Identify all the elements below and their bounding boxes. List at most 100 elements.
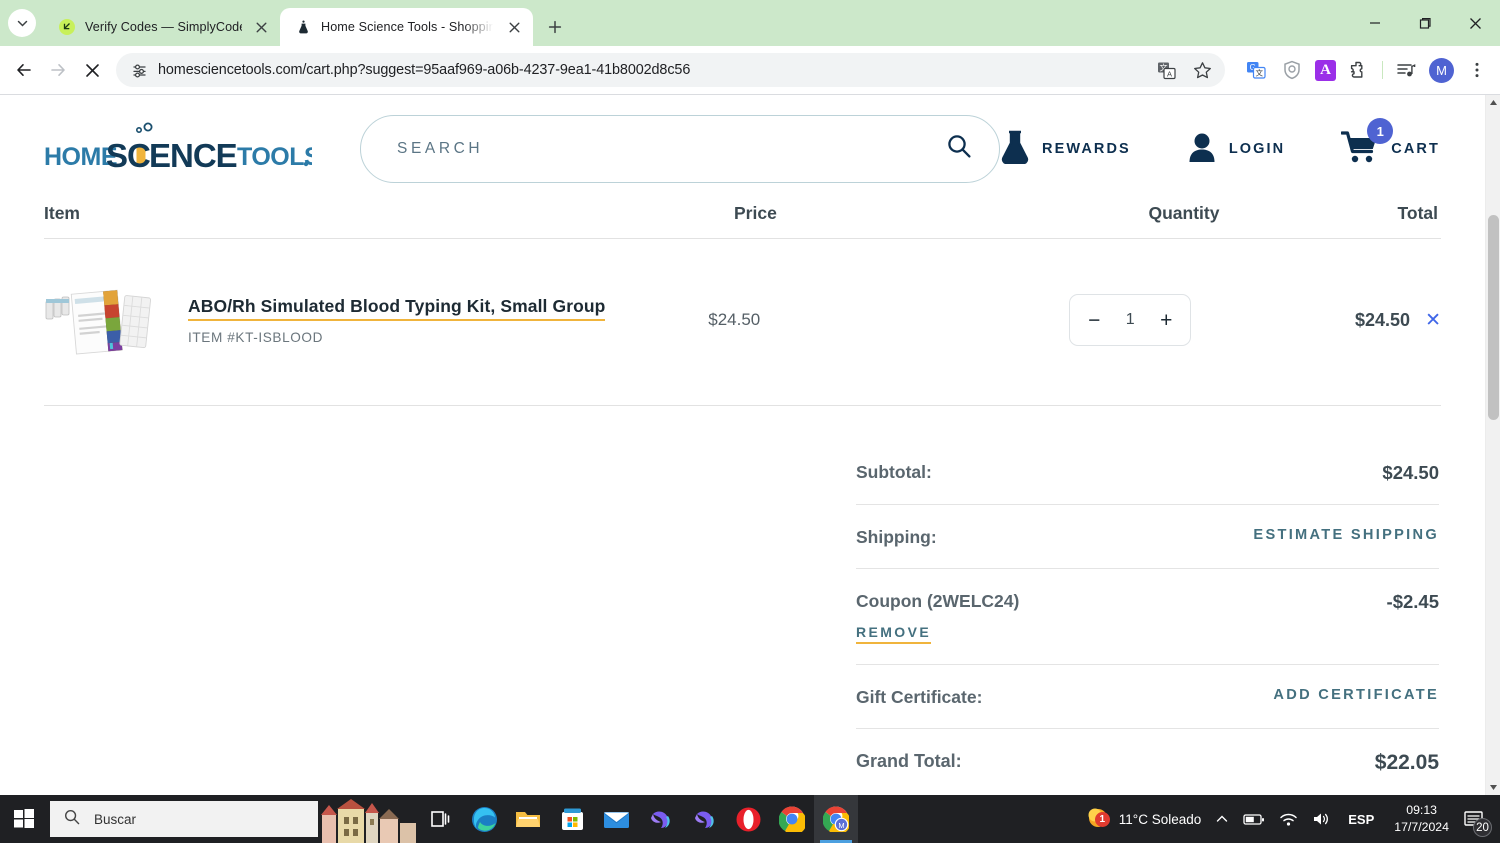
cart-label: CART <box>1391 141 1440 157</box>
grammarly-ext-icon[interactable]: A <box>1315 59 1336 81</box>
cart-summary: Subtotal: $24.50 Shipping: ESTIMATE SHIP… <box>856 440 1441 795</box>
search-icon[interactable] <box>946 133 973 165</box>
svg-text:ENCE: ENCE <box>149 137 237 174</box>
subtotal-value: $24.50 <box>1382 462 1439 483</box>
taskbar-task-view-button[interactable] <box>418 795 462 843</box>
minimize-button[interactable] <box>1350 0 1400 46</box>
notification-center-button[interactable]: 20 <box>1459 795 1494 843</box>
translate-icon[interactable]: 文 A <box>1153 57 1179 83</box>
wifi-icon[interactable] <box>1272 795 1305 843</box>
svg-text:M: M <box>838 821 844 830</box>
stop-loading-button[interactable] <box>76 54 108 86</box>
clock-time: 09:13 <box>1406 803 1438 818</box>
close-icon[interactable] <box>504 17 524 37</box>
user-icon <box>1187 131 1217 168</box>
language-indicator[interactable]: ESP <box>1338 812 1384 827</box>
shield-ext-icon[interactable] <box>1279 57 1305 83</box>
google-translate-ext[interactable]: G 文 <box>1243 57 1269 83</box>
chrome-profile-m-icon[interactable]: M <box>814 795 858 843</box>
back-button[interactable] <box>8 54 40 86</box>
toolbar-divider <box>1382 61 1383 79</box>
windows-taskbar: Buscar M 1 11°C Soleado ESP 09:13 17/7/2… <box>0 795 1500 843</box>
chrome-icon[interactable] <box>770 795 814 843</box>
opera-icon[interactable] <box>726 795 770 843</box>
estimate-shipping-link[interactable]: ESTIMATE SHIPPING <box>1253 527 1439 543</box>
site-settings-icon[interactable] <box>128 59 150 81</box>
cart-link[interactable]: 1 CART <box>1340 118 1440 168</box>
show-hidden-icons-chevron[interactable] <box>1208 795 1236 843</box>
quantity-stepper[interactable]: − 1 + <box>1069 294 1192 346</box>
file-explorer-icon[interactable] <box>506 795 550 843</box>
edge-icon[interactable] <box>462 795 506 843</box>
microsoft-store-icon[interactable] <box>550 795 594 843</box>
copilot-2-icon[interactable] <box>682 795 726 843</box>
extensions-puzzle-icon[interactable] <box>1346 57 1372 83</box>
close-button[interactable] <box>1450 0 1500 46</box>
quantity-value[interactable]: 1 <box>1126 311 1135 329</box>
quantity-decrement-button[interactable]: − <box>1084 310 1104 331</box>
tab-search-chevron-icon[interactable] <box>8 9 36 37</box>
page-viewport: HOME SC ENCE TOOLS SEARCH REWARDS LOGIN … <box>0 95 1500 795</box>
coupon-label: Coupon (2WELC24) <box>856 591 1020 611</box>
search-input[interactable]: SEARCH <box>397 140 946 158</box>
product-price: $24.50 <box>708 310 761 329</box>
search-icon <box>64 809 80 830</box>
tab-home-science-tools[interactable]: Home Science Tools - Shopping <box>280 8 533 46</box>
cart-table-header: Item Price Quantity Total <box>44 203 1441 239</box>
grand-total-value: $22.05 <box>1374 751 1439 774</box>
simplycodes-icon <box>58 18 76 36</box>
column-header-item: Item <box>44 203 80 223</box>
summary-row-gift-certificate: Gift Certificate: ADD CERTIFICATE <box>856 665 1439 729</box>
weather-widget[interactable]: 1 11°C Soleado <box>1079 795 1208 843</box>
clock[interactable]: 09:13 17/7/2024 <box>1384 802 1459 835</box>
new-tab-button[interactable] <box>540 12 570 42</box>
taskbar-news-illustration[interactable] <box>318 795 418 843</box>
taskbar-apps: M <box>462 795 858 843</box>
coupon-remove-link[interactable]: REMOVE <box>856 624 932 644</box>
media-control-icon[interactable] <box>1393 57 1419 83</box>
forward-button <box>42 54 74 86</box>
start-button[interactable] <box>0 795 48 843</box>
scrollbar-thumb[interactable] <box>1488 215 1499 420</box>
close-icon[interactable] <box>251 17 271 37</box>
coupon-block: Coupon (2WELC24) REMOVE <box>856 591 1019 644</box>
add-certificate-link[interactable]: ADD CERTIFICATE <box>1273 687 1439 703</box>
scroll-down-arrow[interactable] <box>1486 780 1500 795</box>
product-title-link[interactable]: ABO/Rh Simulated Blood Typing Kit, Small… <box>188 296 606 321</box>
copilot-icon[interactable] <box>638 795 682 843</box>
bookmark-star-icon[interactable] <box>1189 57 1215 83</box>
rewards-label: REWARDS <box>1042 141 1131 157</box>
taskbar-search-box[interactable]: Buscar <box>50 801 318 837</box>
rewards-link[interactable]: REWARDS <box>1000 130 1131 169</box>
page-scrollbar[interactable] <box>1485 95 1500 795</box>
mail-icon[interactable] <box>594 795 638 843</box>
site-header: HOME SC ENCE TOOLS SEARCH REWARDS LOGIN … <box>0 95 1485 203</box>
address-bar[interactable]: homesciencetools.com/cart.php?suggest=95… <box>116 53 1225 87</box>
maximize-button[interactable] <box>1400 0 1450 46</box>
summary-row-shipping: Shipping: ESTIMATE SHIPPING <box>856 505 1439 569</box>
total-cell: $24.50 ✕ <box>1280 310 1441 331</box>
remove-item-icon[interactable]: ✕ <box>1425 311 1441 330</box>
quantity-increment-button[interactable]: + <box>1156 310 1176 331</box>
profile-avatar[interactable]: M <box>1429 57 1454 83</box>
browser-window: Verify Codes — SimplyCodes Home Science … <box>0 0 1500 795</box>
site-logo[interactable]: HOME SC ENCE TOOLS <box>44 119 312 179</box>
site-search-box[interactable]: SEARCH <box>360 115 1000 183</box>
cart-item-row: ABO/Rh Simulated Blood Typing Kit, Small… <box>44 239 1441 406</box>
taskbar-search-input[interactable]: Buscar <box>94 812 136 827</box>
column-header-total: Total <box>1397 203 1438 223</box>
url-text: homesciencetools.com/cart.php?suggest=95… <box>158 62 691 78</box>
volume-icon[interactable] <box>1305 795 1338 843</box>
column-header-quantity: Quantity <box>1148 203 1220 223</box>
window-controls <box>1350 0 1500 46</box>
tab-verify-codes[interactable]: Verify Codes — SimplyCodes <box>44 8 280 46</box>
shipping-label: Shipping: <box>856 527 937 547</box>
product-thumbnail[interactable] <box>44 279 156 361</box>
tab-title: Home Science Tools - Shopping <box>321 20 495 34</box>
weather-text: 11°C Soleado <box>1118 811 1202 827</box>
battery-icon[interactable] <box>1236 795 1272 843</box>
login-link[interactable]: LOGIN <box>1187 131 1285 168</box>
subtotal-label: Subtotal: <box>856 462 932 482</box>
browser-menu-icon[interactable] <box>1464 57 1490 83</box>
scroll-up-arrow[interactable] <box>1486 95 1500 110</box>
